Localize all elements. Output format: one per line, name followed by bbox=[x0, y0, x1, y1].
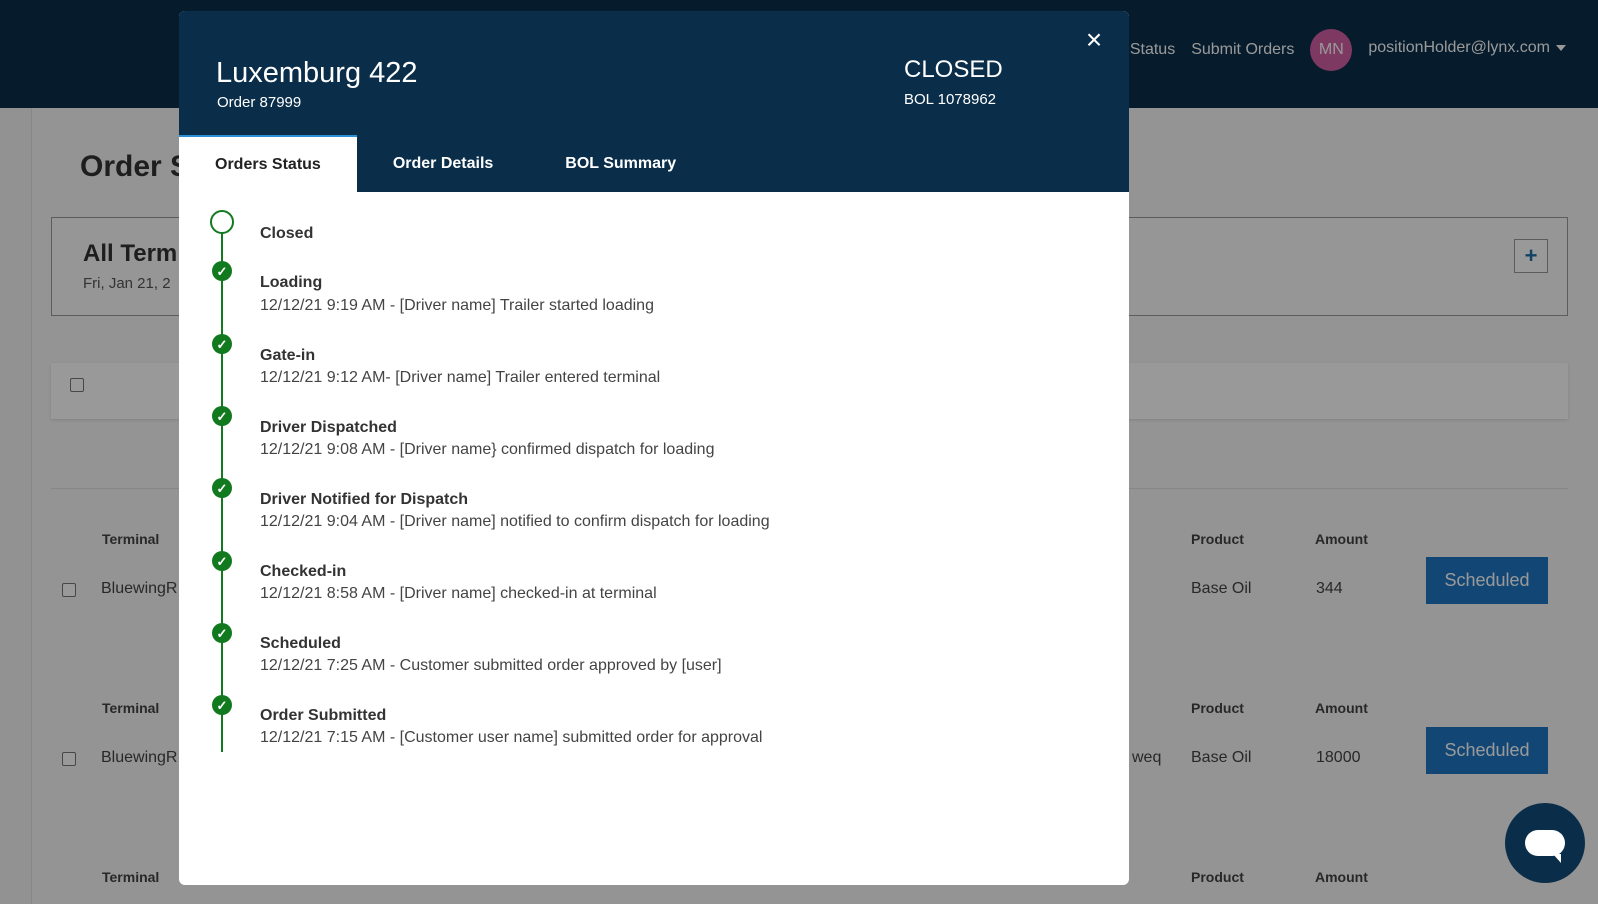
check-circle-icon: ✓ bbox=[212, 478, 232, 498]
chat-button[interactable] bbox=[1505, 803, 1585, 883]
bol-number: BOL 1078962 bbox=[904, 91, 997, 108]
timeline-detail: 12/12/21 7:25 AM - Customer submitted or… bbox=[260, 657, 722, 674]
timeline-title: Order Submitted bbox=[260, 707, 387, 724]
order-status-modal: Luxemburg 422 Order 87999 CLOSED BOL 107… bbox=[179, 11, 1129, 885]
timeline-title: Driver Notified for Dispatch bbox=[260, 491, 469, 508]
check-circle-icon: ✓ bbox=[212, 551, 232, 571]
timeline-detail: 12/12/21 9:12 AM- [Driver name] Trailer … bbox=[260, 369, 661, 386]
timeline-title: Checked-in bbox=[260, 563, 347, 580]
tab-order-details[interactable]: Order Details bbox=[357, 135, 529, 192]
chat-icon bbox=[1525, 830, 1565, 863]
check-circle-icon: ✓ bbox=[212, 261, 232, 281]
timeline-title: Closed bbox=[260, 225, 314, 242]
check-circle-icon: ✓ bbox=[212, 623, 232, 643]
close-icon[interactable]: × bbox=[1082, 26, 1106, 54]
timeline-title: Gate-in bbox=[260, 347, 316, 364]
modal-title: Luxemburg 422 bbox=[216, 57, 418, 89]
check-circle-icon: ✓ bbox=[212, 334, 232, 354]
modal-header: Luxemburg 422 Order 87999 CLOSED BOL 107… bbox=[179, 11, 1129, 192]
timeline-title: Loading bbox=[260, 274, 323, 291]
tab-orders-status[interactable]: Orders Status bbox=[179, 135, 357, 192]
status-label: CLOSED bbox=[904, 56, 1003, 83]
timeline-detail: 12/12/21 7:15 AM - [Customer user name] … bbox=[260, 729, 763, 746]
tab-bol-summary[interactable]: BOL Summary bbox=[529, 135, 712, 192]
timeline-title: Scheduled bbox=[260, 635, 341, 652]
timeline-detail: 12/12/21 9:08 AM - [Driver name} confirm… bbox=[260, 441, 715, 458]
check-circle-icon: ✓ bbox=[212, 695, 232, 715]
order-number: Order 87999 bbox=[217, 94, 302, 111]
timeline-title: Driver Dispatched bbox=[260, 419, 397, 436]
timeline-detail: 12/12/21 8:58 AM - [Driver name] checked… bbox=[260, 585, 657, 602]
timeline-detail: 12/12/21 9:19 AM - [Driver name] Trailer… bbox=[260, 297, 654, 314]
modal-tabs: Orders Status Order Details BOL Summary bbox=[179, 135, 712, 192]
open-circle-icon bbox=[210, 210, 234, 234]
check-circle-icon: ✓ bbox=[212, 406, 232, 426]
timeline-detail: 12/12/21 9:04 AM - [Driver name] notifie… bbox=[260, 513, 770, 530]
